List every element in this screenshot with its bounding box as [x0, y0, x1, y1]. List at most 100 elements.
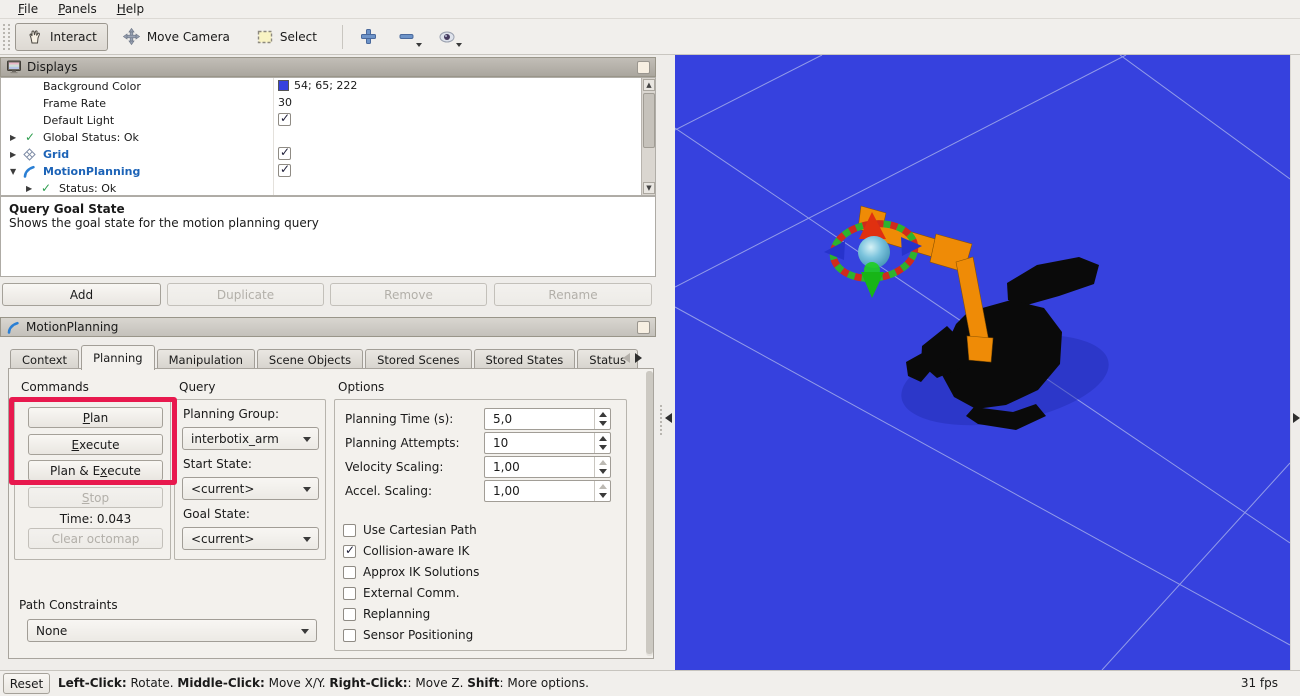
property-value[interactable]: 54; 65; 222 — [294, 79, 357, 92]
tree-row-motionplanning[interactable]: ▼ MotionPlanning — [1, 163, 655, 180]
goal-base-foot — [967, 336, 993, 362]
velocity-scaling-label: Velocity Scaling: — [345, 460, 443, 474]
color-swatch[interactable] — [278, 80, 289, 91]
interact-tool-button[interactable]: Interact — [15, 23, 108, 51]
motionplanning-tabs: Context Planning Manipulation Scene Obje… — [10, 345, 640, 370]
motionplanning-panel-icon — [7, 321, 20, 334]
replanning-checkbox[interactable]: Replanning — [343, 606, 430, 622]
plus-icon — [360, 28, 378, 46]
tab-stored-states[interactable]: Stored States — [474, 349, 576, 370]
spinner-arrows[interactable] — [594, 457, 610, 477]
right-collapsed-panel[interactable] — [1290, 55, 1300, 670]
expander-icon[interactable]: ▶ — [26, 184, 32, 193]
menu-panels[interactable]: Panels — [48, 1, 107, 17]
planning-time-input[interactable]: 5,0 — [484, 408, 611, 430]
tree-row-grid[interactable]: ▶ Grid — [1, 146, 655, 163]
checkbox[interactable] — [278, 113, 291, 126]
property-row-frame-rate[interactable]: Frame Rate 30 — [1, 95, 655, 112]
menu-file[interactable]: File — [8, 1, 48, 17]
planning-group-combo[interactable]: interbotix_arm — [182, 427, 319, 450]
start-state-combo[interactable]: <current> — [182, 477, 319, 500]
scrollbar-thumb[interactable] — [646, 371, 653, 654]
collapse-left-icon[interactable] — [665, 413, 672, 423]
spinner-arrows[interactable] — [594, 481, 610, 501]
scroll-down-icon[interactable]: ▼ — [643, 182, 655, 194]
approx-ik-solutions-checkbox[interactable]: Approx IK Solutions — [343, 564, 479, 580]
rename-display-button[interactable]: Rename — [494, 283, 652, 306]
combo-caret-icon — [303, 437, 311, 442]
move-camera-tool-button[interactable]: Move Camera — [112, 23, 241, 51]
external-comm-checkbox[interactable]: External Comm. — [343, 585, 460, 601]
displays-panel-header[interactable]: Displays — [0, 57, 656, 77]
property-row-background-color[interactable]: Background Color 54; 65; 222 — [1, 78, 655, 95]
scrollbar-thumb[interactable] — [643, 93, 655, 148]
plan-and-execute-button[interactable]: Plan & Execute — [28, 460, 163, 481]
tab-scene-objects[interactable]: Scene Objects — [257, 349, 363, 370]
plan-button[interactable]: Plan — [28, 407, 163, 428]
sensor-positioning-checkbox[interactable]: Sensor Positioning — [343, 627, 473, 643]
3d-viewport[interactable] — [675, 55, 1290, 670]
scroll-up-icon[interactable]: ▲ — [643, 79, 655, 91]
spinner-arrows[interactable] — [594, 409, 610, 429]
zoom-out-tool-button[interactable] — [389, 23, 425, 51]
collision-aware-ik-checkbox[interactable]: Collision-aware IK — [343, 543, 469, 559]
tab-scroll-left-icon[interactable] — [620, 349, 632, 367]
motionplanning-panel-title: MotionPlanning — [26, 320, 118, 334]
planning-attempts-input[interactable]: 10 — [484, 432, 611, 454]
display-enabled-checkbox[interactable] — [278, 147, 291, 160]
splitter-grip[interactable] — [660, 405, 662, 435]
select-tool-button[interactable]: Select — [245, 23, 328, 51]
zoom-in-tool-button[interactable] — [353, 23, 385, 51]
query-heading: Query — [179, 380, 215, 394]
tab-scroll-right-icon[interactable] — [632, 349, 644, 367]
displays-scrollbar[interactable]: ▲ ▼ — [641, 78, 655, 195]
expander-icon[interactable]: ▶ — [10, 133, 16, 142]
clear-octomap-button[interactable]: Clear octomap — [28, 528, 163, 549]
path-constraints-combo[interactable]: None — [27, 619, 317, 642]
select-tool-label: Select — [280, 30, 317, 44]
motionplanning-panel-header[interactable]: MotionPlanning — [0, 317, 656, 337]
property-value[interactable]: 30 — [278, 96, 292, 109]
combo-caret-icon — [303, 537, 311, 542]
tree-row-global-status[interactable]: ▶ ✓ Global Status: Ok — [1, 129, 655, 146]
stop-button[interactable]: Stop — [28, 487, 163, 508]
tree-item-label: Grid — [43, 148, 69, 161]
velocity-scaling-input[interactable]: 1,00 — [484, 456, 611, 478]
move-camera-icon — [123, 28, 141, 46]
expand-right-icon[interactable] — [1293, 413, 1300, 423]
dropdown-caret-icon — [456, 43, 462, 47]
panel-float-box[interactable] — [637, 321, 650, 334]
tab-manipulation[interactable]: Manipulation — [157, 349, 255, 370]
grid-display-icon — [23, 148, 36, 161]
property-row-default-light[interactable]: Default Light — [1, 112, 655, 129]
expander-icon[interactable]: ▼ — [10, 167, 16, 176]
tab-stored-scenes[interactable]: Stored Scenes — [365, 349, 471, 370]
combo-caret-icon — [303, 487, 311, 492]
panel-splitter[interactable] — [656, 55, 675, 670]
menu-help[interactable]: Help — [107, 1, 154, 17]
panel-float-box[interactable] — [637, 61, 650, 74]
toolbar-grip[interactable] — [3, 24, 10, 50]
expander-icon[interactable]: ▶ — [10, 150, 16, 159]
description-text: Shows the goal state for the motion plan… — [9, 216, 647, 230]
interact-tool-label: Interact — [50, 30, 97, 44]
tab-context[interactable]: Context — [10, 349, 79, 370]
status-bar: Reset Left-Click: Rotate. Middle-Click: … — [0, 670, 1300, 696]
accel-scaling-input[interactable]: 1,00 — [484, 480, 611, 502]
visibility-tool-button[interactable] — [429, 23, 465, 51]
mouse-hints: Left-Click: Rotate. Middle-Click: Move X… — [58, 676, 589, 690]
spinner-arrows[interactable] — [594, 433, 610, 453]
tree-row-status-ok[interactable]: ▶ ✓ Status: Ok — [1, 180, 655, 196]
goal-state-combo[interactable]: <current> — [182, 527, 319, 550]
planning-tab-scrollbar[interactable] — [646, 371, 653, 656]
reset-button[interactable]: Reset — [3, 673, 50, 694]
display-enabled-checkbox[interactable] — [278, 164, 291, 177]
add-display-button[interactable]: Add — [2, 283, 161, 306]
duplicate-display-button[interactable]: Duplicate — [167, 283, 324, 306]
tab-planning[interactable]: Planning — [81, 345, 155, 370]
execute-button[interactable]: Execute — [28, 434, 163, 455]
hand-interact-icon — [26, 28, 44, 46]
use-cartesian-path-checkbox[interactable]: Use Cartesian Path — [343, 522, 477, 538]
planning-time-label: Planning Time (s): — [345, 412, 453, 426]
remove-display-button[interactable]: Remove — [330, 283, 487, 306]
